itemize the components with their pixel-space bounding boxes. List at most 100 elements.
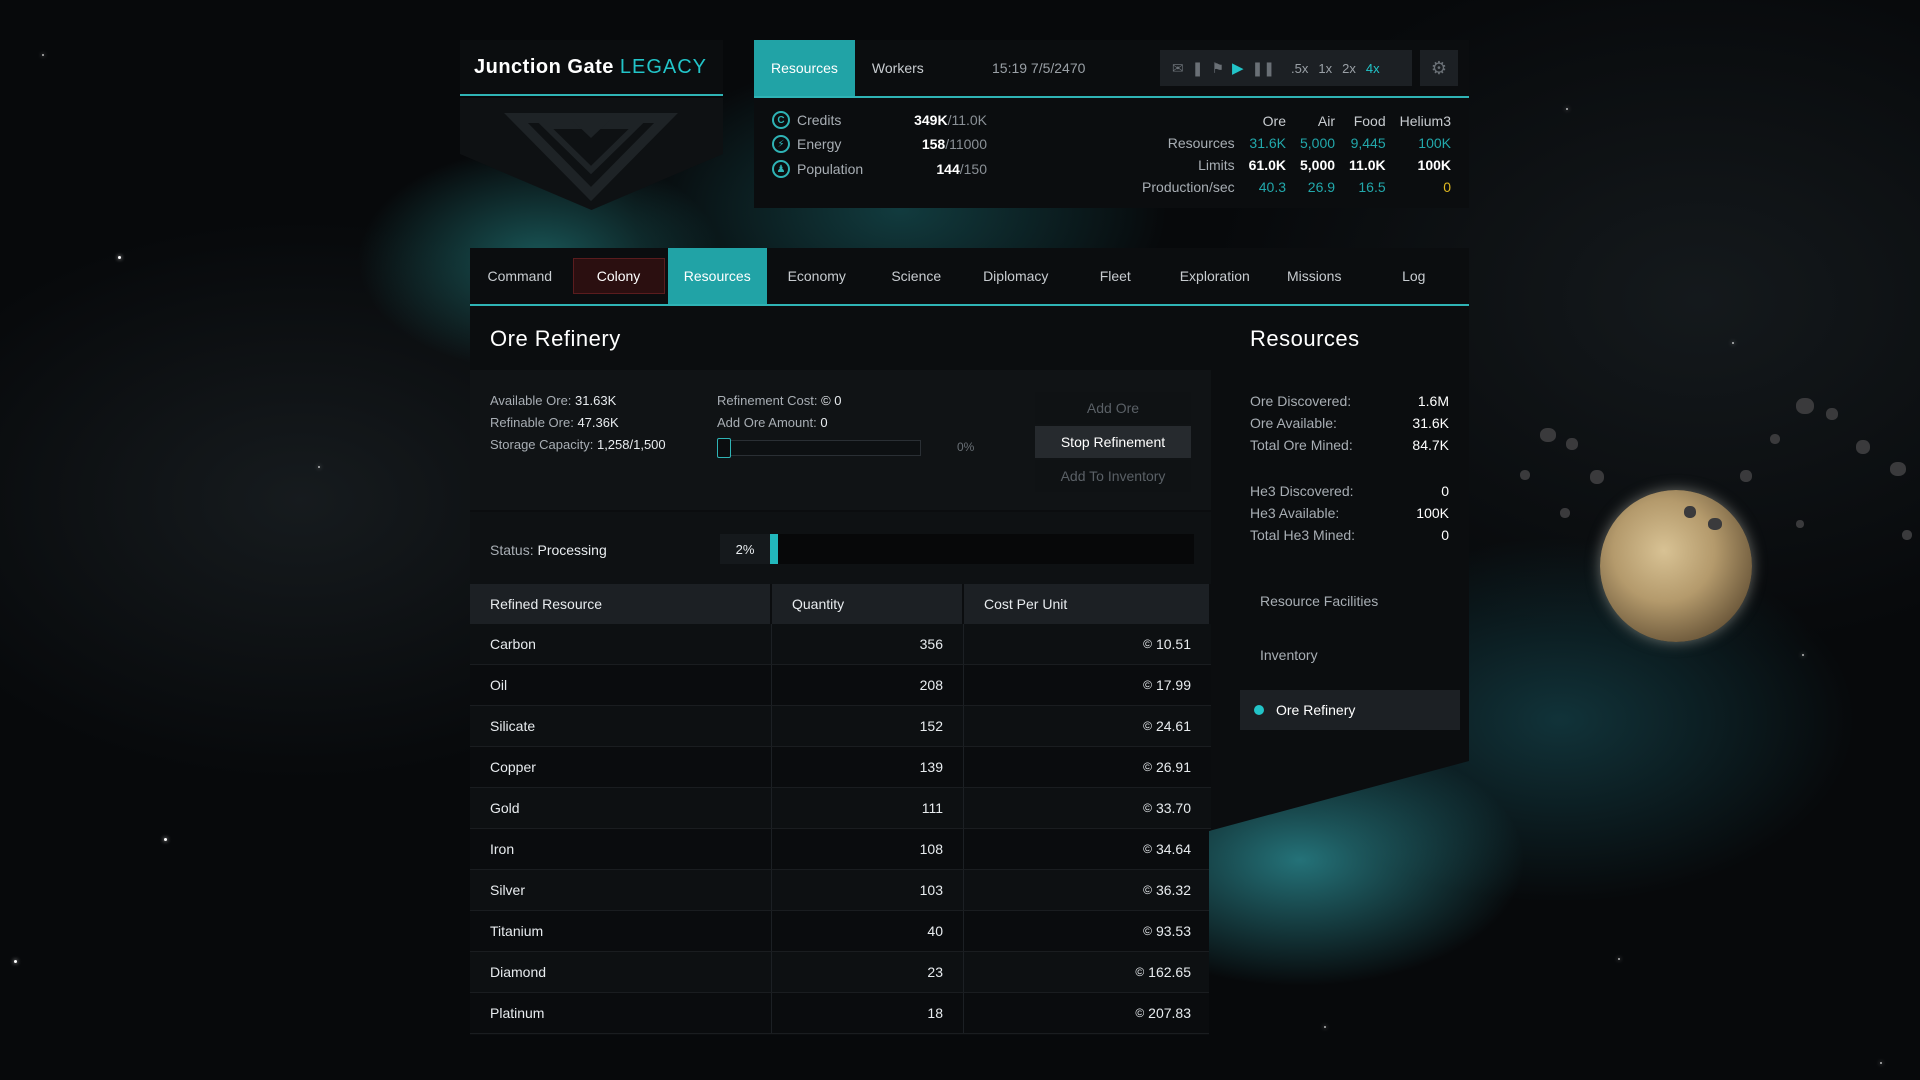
slider-handle[interactable] (717, 438, 731, 458)
flag-icon[interactable]: ⚑ (1211, 60, 1224, 77)
credits-icon: © (1143, 883, 1152, 897)
resource-quantity: 40 (772, 911, 964, 951)
stat-value: 349K/11.0K (914, 112, 987, 128)
resource-quantity: 18 (772, 993, 964, 1033)
speed-4x[interactable]: 4x (1366, 61, 1380, 76)
resource-name: Iron (470, 829, 772, 869)
table-row[interactable]: Silicate 152 © 24.61 (470, 706, 1211, 747)
tab-economy[interactable]: Economy (767, 248, 867, 304)
side-stat: Ore Discovered: 1.6M (1250, 393, 1469, 409)
resource-quantity: 139 (772, 747, 964, 787)
top-tab-bar: Resources Workers (754, 40, 941, 96)
refinery-status: Status: Processing (490, 542, 607, 558)
grid-column-header: Air (1317, 113, 1336, 129)
add-to-inventory-button[interactable]: Add To Inventory (1035, 460, 1191, 492)
grid-cell: 31.6K (1249, 135, 1286, 151)
energy-icon: ⚡ (772, 135, 790, 153)
speed-2x[interactable]: 2x (1342, 61, 1356, 76)
table-row[interactable]: Silver 103 © 36.32 (470, 870, 1211, 911)
tab-command[interactable]: Command (470, 248, 570, 304)
column-header[interactable]: Cost Per Unit (964, 584, 1211, 624)
resource-quantity: 108 (772, 829, 964, 869)
credits-icon: © (1135, 965, 1145, 979)
grid-cell: 9,445 (1350, 135, 1386, 151)
stat-label: Energy (797, 136, 842, 152)
grid-row-label: Resources (1167, 135, 1235, 151)
resource-cost: © 162.65 (1135, 964, 1191, 980)
resource-name: Silver (470, 870, 772, 910)
settings-button[interactable]: ⚙ (1420, 50, 1458, 86)
stop-refinement-button[interactable]: Stop Refinement (1035, 426, 1191, 458)
resource-name: Carbon (470, 624, 772, 664)
table-row[interactable]: Iron 108 © 34.64 (470, 829, 1211, 870)
tab-exploration[interactable]: Exploration (1165, 248, 1265, 304)
game-logo: Junction Gate LEGACY (460, 40, 723, 96)
table-row[interactable]: Platinum 18 © 207.83 (470, 993, 1211, 1034)
tab-science[interactable]: Science (867, 248, 967, 304)
resource-name: Copper (470, 747, 772, 787)
mail-icon[interactable]: ✉ (1172, 60, 1184, 77)
refined-resource-table: Refined Resource Quantity Cost Per Unit … (470, 584, 1211, 1034)
planet (1600, 490, 1752, 642)
alert-icon[interactable]: ❚ (1192, 60, 1204, 77)
nav-resource-facilities[interactable]: Resource Facilities (1260, 593, 1378, 609)
resource-cost: © 36.32 (1143, 882, 1191, 898)
grid-cell: 0 (1443, 179, 1451, 195)
grid-column-header: Ore (1262, 113, 1286, 129)
side-stat: Total He3 Mined: 0 (1250, 527, 1469, 543)
grid-row: Limits 61.0K 5,000 11.0K 100K (1142, 154, 1451, 176)
play-icon[interactable]: ▶ (1232, 59, 1244, 77)
table-row[interactable]: Oil 208 © 17.99 (470, 665, 1211, 706)
tab-missions[interactable]: Missions (1265, 248, 1365, 304)
pause-icon[interactable]: ❚❚ (1252, 60, 1275, 77)
resource-name: Platinum (470, 993, 772, 1033)
tab-resources[interactable]: Resources (754, 40, 855, 96)
progress-percent: 2% (720, 534, 770, 564)
tab-colony[interactable]: Colony (572, 258, 665, 294)
grid-row: Resources 31.6K 5,000 9,445 100K (1142, 132, 1451, 154)
credits-icon: © (1143, 637, 1152, 651)
add-ore-button[interactable]: Add Ore (1035, 392, 1191, 424)
speed-half5x[interactable]: .5x (1291, 61, 1308, 76)
column-header[interactable]: Refined Resource (470, 584, 772, 624)
ore-amount-slider[interactable] (717, 440, 921, 456)
stat-population: ♟ Population 144/150 (772, 160, 987, 178)
table-row[interactable]: Copper 139 © 26.91 (470, 747, 1211, 788)
refinable-ore: Refinable Ore: 47.36K (490, 415, 619, 430)
table-row[interactable]: Titanium 40 © 93.53 (470, 911, 1211, 952)
table-row[interactable]: Carbon 356 © 10.51 (470, 624, 1211, 665)
table-row[interactable]: Diamond 23 © 162.65 (470, 952, 1211, 993)
nav-ore-refinery[interactable]: Ore Refinery (1240, 690, 1460, 730)
credits-icon: © (1143, 924, 1152, 938)
side-stat-label: Total He3 Mined: (1250, 527, 1356, 543)
refinement-cost: Refinement Cost: © 0 (717, 393, 842, 408)
refinery-title: Ore Refinery (490, 326, 621, 351)
side-stat-value: 1.6M (1417, 393, 1449, 409)
resource-quantity: 208 (772, 665, 964, 705)
storage-capacity: Storage Capacity: 1,258/1,500 (490, 437, 666, 452)
status-panel: Resources Workers 15:19 7/5/2470 ✉ ❚ ⚑ ▶ … (754, 40, 1469, 208)
grid-row: Production/sec 40.3 26.9 16.5 0 (1142, 176, 1451, 198)
main-tab-bar: Command Colony Resources Economy Science Dipl… (470, 248, 1469, 304)
resource-name: Titanium (470, 911, 772, 951)
tab-workers[interactable]: Workers (855, 40, 941, 96)
side-stat-value: 0 (1441, 483, 1449, 499)
nav-inventory[interactable]: Inventory (1260, 647, 1318, 663)
divider (470, 304, 1469, 306)
column-header[interactable]: Quantity (772, 584, 964, 624)
tab-fleet[interactable]: Fleet (1066, 248, 1166, 304)
speed-1x[interactable]: 1x (1318, 61, 1332, 76)
resource-cost: © 24.61 (1143, 718, 1191, 734)
tab-resources[interactable]: Resources (667, 248, 767, 304)
slider-percent: 0% (957, 440, 975, 454)
grid-cell: 61.0K (1248, 157, 1286, 173)
resource-cost: © 93.53 (1143, 923, 1191, 939)
grid-column-header: Food (1353, 113, 1386, 129)
grid-cell: 26.9 (1307, 179, 1336, 195)
side-stat-label: He3 Discovered: (1250, 483, 1354, 499)
tab-log[interactable]: Log (1364, 248, 1464, 304)
game-title-suffix: LEGACY (619, 55, 708, 78)
tab-diplomacy[interactable]: Diplomacy (966, 248, 1066, 304)
side-stat: He3 Available: 100K (1250, 505, 1469, 521)
table-row[interactable]: Gold 111 © 33.70 (470, 788, 1211, 829)
